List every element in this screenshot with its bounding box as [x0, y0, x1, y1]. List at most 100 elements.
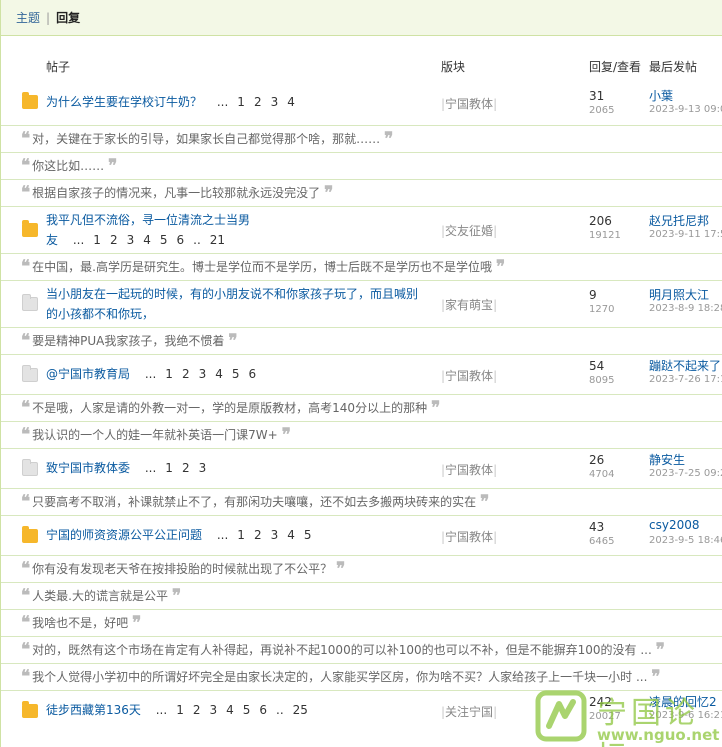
- page-link[interactable]: 21: [210, 233, 225, 247]
- reply-quote[interactable]: ❝ 我认识的一个人的娃一年就补英语一门课7W+ ❞: [1, 421, 722, 448]
- reply-quote[interactable]: ❝ 我个人觉得小学初中的所谓好坏完全是由家长决定的，人家能买学区房，你为啥不买？人…: [1, 663, 722, 690]
- page-link[interactable]: 3: [209, 703, 217, 717]
- page-link[interactable]: 3: [199, 367, 207, 381]
- page-link[interactable]: 3: [271, 95, 279, 109]
- thread-title[interactable]: 宁国的师资资源公平公正问题: [46, 528, 202, 542]
- page-link[interactable]: 6: [249, 367, 257, 381]
- reply-quote[interactable]: ❝ 对的，既然有这个市场在肯定有人补得起，再说补不起1000的可以补100的也可以…: [1, 636, 722, 663]
- thread-title-cont[interactable]: 友: [46, 233, 58, 247]
- last-post-user[interactable]: 赵兄托尼邦: [649, 212, 709, 229]
- forum-link[interactable]: 关注宁国: [445, 705, 493, 719]
- thread-forum: |家有萌宝|: [441, 298, 498, 312]
- folder-icon: [22, 294, 38, 311]
- page-link[interactable]: 4: [287, 95, 295, 109]
- page-link[interactable]: 2: [110, 233, 118, 247]
- page-link[interactable]: 1: [237, 528, 245, 542]
- forum-link[interactable]: 宁国教体: [445, 530, 493, 544]
- page-link[interactable]: 1: [237, 95, 245, 109]
- thread-forum: |交友征婚|: [441, 224, 498, 238]
- folder-hot-icon: [22, 92, 38, 109]
- thread-title-line: 我平凡但不流俗，寻一位清流之士当男 友 ... 1 2 3 4 5 6.. 21: [46, 210, 431, 250]
- reply-count: 43: [589, 520, 605, 534]
- last-post-user[interactable]: 静安生: [649, 451, 685, 468]
- page-ellipsis: ...: [144, 367, 157, 381]
- last-post-date[interactable]: 2023-8-9 18:28: [649, 303, 722, 314]
- thread-title[interactable]: 我平凡但不流俗，寻一位清流之士当男: [46, 210, 431, 230]
- reply-quote[interactable]: ❝ 对，关键在于家长的引导，如果家长自己都觉得那个啥，那就…… ❞: [1, 125, 722, 152]
- thread-title[interactable]: @宁国市教育局: [46, 367, 130, 381]
- page-link[interactable]: 3: [127, 233, 135, 247]
- page-link[interactable]: 2: [254, 95, 262, 109]
- thread-title[interactable]: 致宁国市教体委: [46, 461, 130, 475]
- folder-hot-icon: [22, 701, 38, 718]
- page-links: ... 1 2 3 4 5 6.. 25: [147, 703, 308, 717]
- page-ellipsis: ...: [144, 461, 157, 475]
- thread-title[interactable]: 为什么学生要在学校订牛奶？: [46, 95, 202, 109]
- forum-link[interactable]: 宁国教体: [445, 97, 493, 111]
- thread-forum: |宁国教体|: [441, 463, 498, 477]
- tab-separator: |: [46, 10, 51, 25]
- forum-link[interactable]: 交友征婚: [445, 224, 493, 238]
- last-post-user[interactable]: csy2008: [649, 518, 700, 532]
- page-link[interactable]: 2: [182, 367, 190, 381]
- page-link[interactable]: 25: [293, 703, 308, 717]
- last-post-user[interactable]: 蹦跶不起来了: [649, 357, 721, 374]
- page-link[interactable]: 4: [215, 367, 223, 381]
- last-post-user[interactable]: 明月照大江: [649, 286, 709, 303]
- thread-title[interactable]: 徒步西藏第136天: [46, 703, 141, 717]
- last-post-user[interactable]: 小葉: [649, 87, 673, 104]
- page-link[interactable]: 6: [177, 233, 185, 247]
- page-link[interactable]: 2: [193, 703, 201, 717]
- page-link[interactable]: 2: [182, 461, 190, 475]
- page-ellipsis: ..: [276, 703, 284, 717]
- last-post-date[interactable]: 2023-9-5 18:46: [649, 535, 722, 546]
- page-link[interactable]: 3: [271, 528, 279, 542]
- reply-text: 人类最.大的谎言就是公平: [32, 589, 168, 603]
- reply-quote[interactable]: ❝ 根据自家孩子的情况来，凡事一比较那就永远没完没了 ❞: [1, 179, 722, 206]
- thread-title-line: 徒步西藏第136天 ... 1 2 3 4 5 6.. 25: [46, 700, 431, 720]
- reply-quote[interactable]: ❝ 要是精神PUA我家孩子，我绝不惯着 ❞: [1, 327, 722, 354]
- page-ellipsis: ...: [216, 528, 229, 542]
- reply-quote[interactable]: ❝ 只要高考不取消，补课就禁止不了，有那闲功夫嚷嚷，还不如去多搬两块砖来的实在 ❞: [1, 488, 722, 515]
- reply-quote[interactable]: ❝ 你这比如…… ❞: [1, 152, 722, 179]
- forum-link[interactable]: 宁国教体: [445, 369, 493, 383]
- reply-quote[interactable]: ❝ 在中国，最.高学历是研究生。博士是学位而不是学历，博士后既不是学历也不是学位哦…: [1, 253, 722, 280]
- last-post-date[interactable]: 2023-7-26 17:1: [649, 374, 722, 385]
- last-post-date[interactable]: 2023-7-25 09:2: [649, 468, 722, 479]
- thread-forum: |宁国教体|: [441, 530, 498, 544]
- thread-title[interactable]: 当小朋友在一起玩的时候，有的小朋友说不和你家孩子玩了，而且喊别: [46, 284, 431, 304]
- page-link[interactable]: 4: [143, 233, 151, 247]
- reply-quote[interactable]: ❝ 你有没有发现老天爷在按排投胎的时候就出现了不公平？ ❞: [1, 555, 722, 582]
- page-link[interactable]: 5: [243, 703, 251, 717]
- page-link[interactable]: 3: [199, 461, 207, 475]
- last-post-date[interactable]: 2023-9-11 17:5: [649, 229, 722, 240]
- page-ellipsis: ...: [216, 95, 229, 109]
- tab-replies[interactable]: 回复: [56, 9, 80, 26]
- thread-title-cont[interactable]: 的小孩都不和你玩，: [46, 304, 431, 324]
- page-link[interactable]: 5: [304, 528, 312, 542]
- page-link[interactable]: 1: [93, 233, 101, 247]
- forum-link[interactable]: 家有萌宝: [445, 298, 493, 312]
- reply-count: 54: [589, 359, 605, 373]
- reply-count: 206: [589, 214, 612, 228]
- page-link[interactable]: 1: [165, 367, 173, 381]
- page-link[interactable]: 1: [165, 461, 173, 475]
- reply-text: 要是精神PUA我家孩子，我绝不惯着: [32, 334, 225, 348]
- reply-quote[interactable]: ❝ 不是哦，人家是请的外教一对一，学的是原版教材，高考140分以上的那种 ❞: [1, 394, 722, 421]
- page-link[interactable]: 5: [160, 233, 168, 247]
- page-links: ... 1 2 3 4: [208, 95, 295, 109]
- page-link[interactable]: 1: [176, 703, 184, 717]
- column-header-last-post: 最后发帖: [649, 60, 698, 74]
- page-link[interactable]: 4: [287, 528, 295, 542]
- page-link[interactable]: 2: [254, 528, 262, 542]
- tab-topics[interactable]: 主题: [16, 9, 40, 26]
- page-link[interactable]: 4: [226, 703, 234, 717]
- reply-quote[interactable]: ❝ 我啥也不是，好吧 ❞: [1, 609, 722, 636]
- page-link[interactable]: 5: [232, 367, 240, 381]
- last-post-date[interactable]: 2023-9-13 09:0: [649, 104, 722, 115]
- page-links: ... 1 2 3 4 5 6.. 21: [64, 233, 225, 247]
- page-ellipsis: ...: [72, 233, 85, 247]
- forum-link[interactable]: 宁国教体: [445, 463, 493, 477]
- page-link[interactable]: 6: [259, 703, 267, 717]
- reply-quote[interactable]: ❝ 人类最.大的谎言就是公平 ❞: [1, 582, 722, 609]
